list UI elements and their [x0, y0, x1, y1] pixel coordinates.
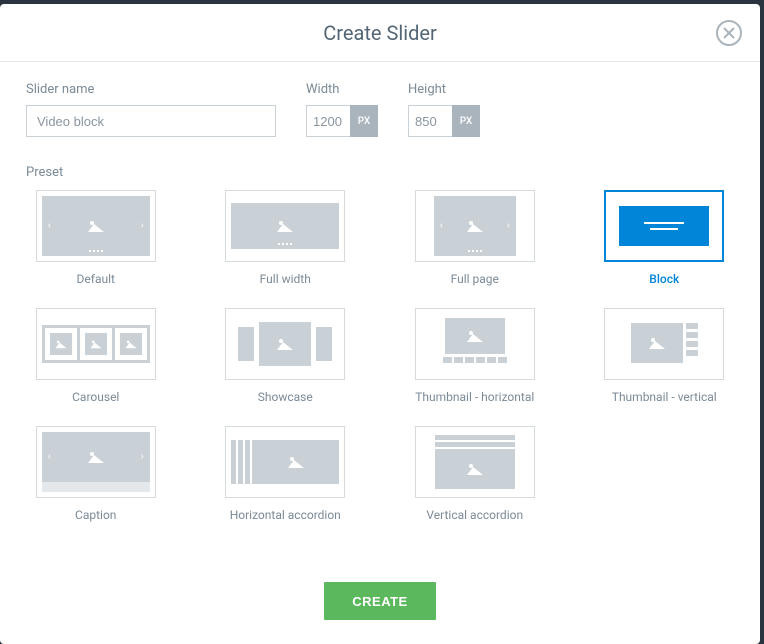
slider-name-group: Slider name	[26, 82, 276, 137]
preset-showcase-label: Showcase	[258, 390, 313, 404]
modal-footer: CREATE	[0, 560, 760, 644]
preset-carousel-label: Carousel	[72, 390, 119, 404]
preset-hacc-thumb	[225, 426, 345, 498]
preset-thumbh-label: Thumbnail - horizontal	[415, 390, 534, 404]
preset-thumbnail-horizontal[interactable]: Thumbnail - horizontal	[405, 308, 545, 404]
preset-thumbv-thumb	[604, 308, 724, 380]
preset-section: Preset ‹ › Default	[26, 165, 734, 522]
preset-fullwidth-thumb	[225, 190, 345, 262]
image-icon	[467, 220, 483, 232]
modal-header: Create Slider	[0, 4, 760, 62]
height-group: Height PX	[408, 82, 480, 137]
preset-caption[interactable]: ‹ › Caption	[26, 426, 166, 522]
create-slider-modal: Create Slider Slider name Width PX Heig	[0, 4, 760, 644]
preset-horizontal-accordion[interactable]: Horizontal accordion	[216, 426, 356, 522]
preset-vertical-accordion[interactable]: Vertical accordion	[405, 426, 545, 522]
slider-name-label: Slider name	[26, 82, 276, 97]
preset-default[interactable]: ‹ › Default	[26, 190, 166, 286]
preset-fullwidth-label: Full width	[260, 272, 311, 286]
preset-block[interactable]: Block	[595, 190, 735, 286]
preset-showcase-thumb	[225, 308, 345, 380]
height-input[interactable]	[408, 105, 452, 137]
preset-caption-label: Caption	[75, 508, 116, 522]
form-row: Slider name Width PX Height PX	[26, 82, 734, 137]
preset-fullpage-thumb: ‹ ›	[415, 190, 535, 262]
preset-grid: ‹ › Default Ful	[26, 190, 734, 522]
image-icon	[125, 340, 136, 348]
image-icon	[467, 463, 483, 475]
preset-default-thumb: ‹ ›	[36, 190, 156, 262]
width-group: Width PX	[306, 82, 378, 137]
modal-title: Create Slider	[323, 21, 436, 45]
height-label: Height	[408, 82, 480, 97]
image-icon	[467, 330, 483, 342]
chevron-left-icon: ‹	[440, 221, 443, 232]
chevron-right-icon: ›	[141, 452, 144, 463]
image-icon	[90, 340, 101, 348]
preset-thumbnail-vertical[interactable]: Thumbnail - vertical	[595, 308, 735, 404]
preset-vacc-thumb	[415, 426, 535, 498]
preset-thumbv-label: Thumbnail - vertical	[612, 390, 717, 404]
preset-vacc-label: Vertical accordion	[426, 508, 523, 522]
preset-label: Preset	[26, 165, 734, 180]
preset-thumbh-thumb	[415, 308, 535, 380]
preset-carousel-thumb	[36, 308, 156, 380]
preset-caption-thumb: ‹ ›	[36, 426, 156, 498]
chevron-right-icon: ›	[507, 221, 510, 232]
preset-fullpage-label: Full page	[451, 272, 499, 286]
close-button[interactable]	[716, 20, 742, 46]
preset-hacc-label: Horizontal accordion	[230, 508, 341, 522]
height-unit: PX	[452, 105, 480, 137]
chevron-left-icon: ‹	[48, 221, 51, 232]
chevron-right-icon: ›	[141, 221, 144, 232]
image-icon	[88, 220, 104, 232]
image-icon	[288, 456, 304, 468]
preset-carousel[interactable]: Carousel	[26, 308, 166, 404]
create-button[interactable]: CREATE	[324, 582, 435, 620]
image-icon	[277, 220, 293, 232]
image-icon	[55, 340, 66, 348]
close-icon	[723, 27, 735, 39]
preset-showcase[interactable]: Showcase	[216, 308, 356, 404]
preset-block-label: Block	[649, 272, 679, 286]
preset-fullpage[interactable]: ‹ › Full page	[405, 190, 545, 286]
width-input[interactable]	[306, 105, 350, 137]
width-label: Width	[306, 82, 378, 97]
image-icon	[277, 338, 293, 350]
image-icon	[649, 337, 665, 349]
slider-name-input[interactable]	[26, 105, 276, 137]
width-unit: PX	[350, 105, 378, 137]
modal-body: Slider name Width PX Height PX Preset	[0, 62, 760, 560]
preset-fullwidth[interactable]: Full width	[216, 190, 356, 286]
chevron-left-icon: ‹	[48, 452, 51, 463]
image-icon	[88, 451, 104, 463]
preset-block-thumb	[604, 190, 724, 262]
preset-default-label: Default	[77, 272, 115, 286]
